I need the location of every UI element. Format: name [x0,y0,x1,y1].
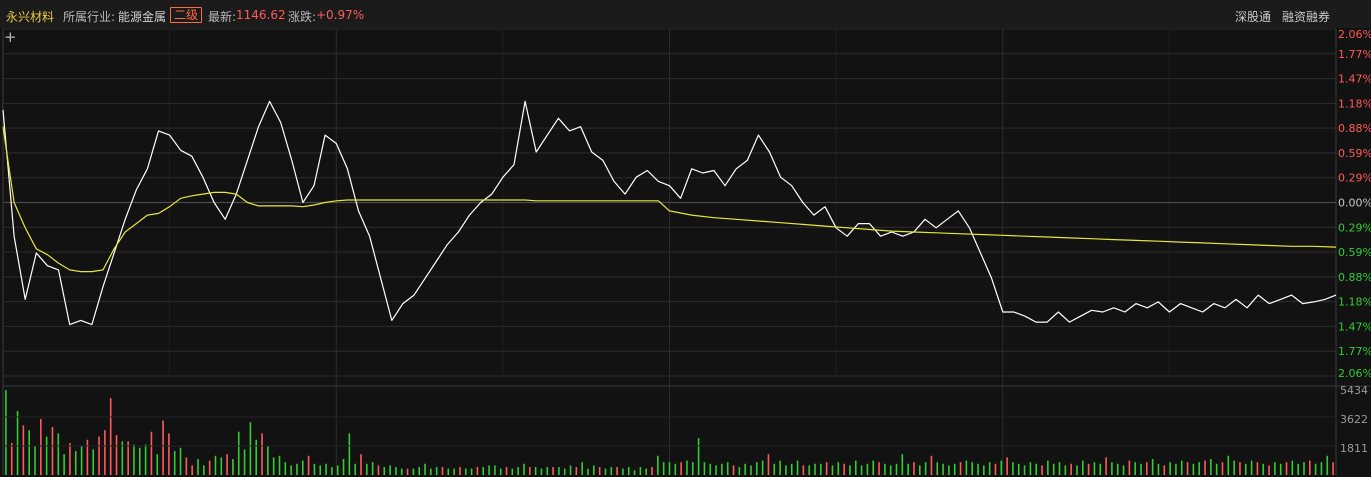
volume-tick-label: 3622 [1340,413,1368,426]
y-tick-label-down: 1.47% [1338,320,1371,333]
volume-tick-label: 5434 [1340,384,1368,397]
y-tick-label-up: 0.88% [1338,122,1371,135]
y-tick-label-down: 0.29% [1338,221,1371,234]
plus-icon[interactable]: + [4,28,17,46]
y-tick-label-down: 1.77% [1338,345,1371,358]
y-tick-label-down: 0.88% [1338,271,1371,284]
y-tick-label-up: 1.18% [1338,97,1371,110]
volume-tick-label: 1811 [1340,442,1368,455]
intraday-chart[interactable]: 2.06% 1.77% 1.47% 1.18% 0.88% 0.59% 0.29% 0.00%… [0,0,1371,477]
y-tick-label-down: 1.18% [1338,296,1371,309]
y-tick-label-up: 1.77% [1338,48,1371,61]
y-tick-label-up: 1.47% [1338,73,1371,86]
y-tick-label-zero: 0.00% [1338,197,1371,210]
y-tick-label-up: 0.59% [1338,147,1371,160]
y-tick-label-down: 2.06% [1338,367,1371,380]
y-tick-label-up: 2.06% [1338,28,1371,41]
y-tick-label-up: 0.29% [1338,172,1371,185]
y-tick-label-down: 0.59% [1338,246,1371,259]
